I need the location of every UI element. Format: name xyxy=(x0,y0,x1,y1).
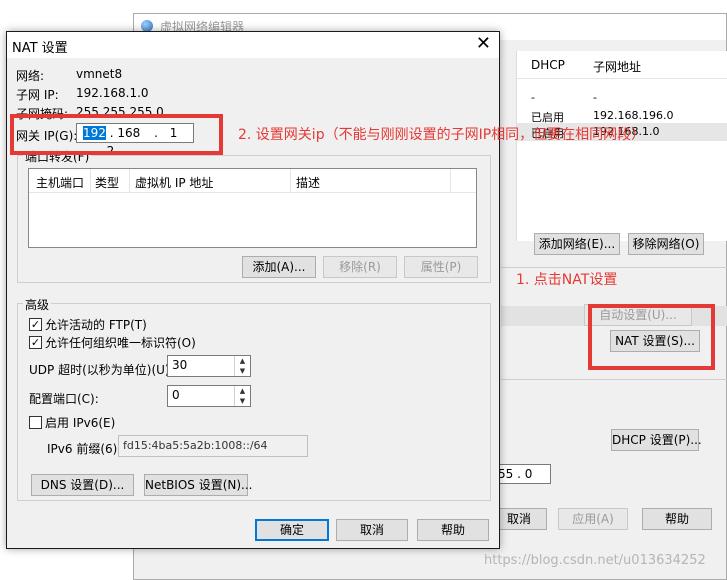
column-separator xyxy=(129,169,130,193)
advanced-label: 高级 xyxy=(23,296,52,313)
gateway-highlight-box xyxy=(10,114,223,155)
ok-button[interactable]: 确定 xyxy=(255,519,329,541)
subnet-ip-label: 子网 IP: xyxy=(16,88,59,102)
column-subnet[interactable]: 子网地址 xyxy=(593,58,641,75)
enable-ipv6-checkbox[interactable] xyxy=(29,416,42,429)
spin-down-icon[interactable]: ▼ xyxy=(235,396,250,406)
column-type[interactable]: 类型 xyxy=(95,174,119,191)
enable-ipv6-label: 启用 IPv6(E) xyxy=(45,416,116,430)
watermark: https://blog.csdn.net/u013634252 xyxy=(484,553,706,568)
column-description[interactable]: 描述 xyxy=(296,174,320,191)
udp-timeout-spinbox[interactable]: 30 ▲ ▼ xyxy=(167,355,251,377)
config-port-label: 配置端口(C): xyxy=(29,392,99,406)
table-cell: - xyxy=(531,91,535,104)
editor-apply-button[interactable]: 应用(A) xyxy=(558,508,628,530)
add-port-button[interactable]: 添加(A)... xyxy=(242,256,316,278)
table-cell: - xyxy=(593,91,597,104)
divider xyxy=(501,267,727,268)
spin-arrows: ▲ ▼ xyxy=(234,356,250,376)
nat-title: NAT 设置 xyxy=(12,41,68,56)
help-button[interactable]: 帮助 xyxy=(417,519,489,541)
network-value: vmnet8 xyxy=(76,67,123,81)
subnet-ip-value: 192.168.1.0 xyxy=(76,86,149,100)
step-1-annotation: 1. 点击NAT设置 xyxy=(516,272,618,288)
cancel-button[interactable]: 取消 xyxy=(336,519,408,541)
editor-help-button[interactable]: 帮助 xyxy=(642,508,712,530)
nat-titlebar: NAT 设置 ✕ xyxy=(7,32,499,58)
spin-up-icon[interactable]: ▲ xyxy=(235,356,250,366)
config-port-value[interactable]: 0 xyxy=(172,388,180,402)
spin-down-icon[interactable]: ▼ xyxy=(235,366,250,376)
allow-ouid-checkbox[interactable]: ✓ xyxy=(29,336,42,349)
udp-timeout-label: UDP 超时(以秒为单位)(U): xyxy=(29,363,174,377)
network-table[interactable]: DHCP 子网地址 - - 已启用 192.168.196.0 已启用 192.… xyxy=(516,51,727,241)
allow-ftp-checkbox[interactable]: ✓ xyxy=(29,318,42,331)
add-network-button[interactable]: 添加网络(E)... xyxy=(534,233,620,255)
table-cell: 192.168.196.0 xyxy=(593,109,674,122)
close-icon[interactable]: ✕ xyxy=(476,34,491,54)
allow-ftp-label: 允许活动的 FTP(T) xyxy=(45,318,147,332)
netbios-settings-button[interactable]: NetBIOS 设置(N)... xyxy=(144,474,253,496)
column-vm-ip[interactable]: 虚拟机 IP 地址 xyxy=(135,174,213,191)
header-divider xyxy=(517,78,727,79)
remove-network-button[interactable]: 移除网络(O) xyxy=(628,233,704,255)
subnet-mask-field[interactable]: 55 . 0 xyxy=(491,464,551,484)
port-forward-list[interactable]: 主机端口 类型 虚拟机 IP 地址 描述 xyxy=(28,168,477,248)
udp-timeout-value[interactable]: 30 xyxy=(172,358,187,372)
nat-settings-dialog: NAT 设置 ✕ 网络: vmnet8 子网 IP: 192.168.1.0 子… xyxy=(6,31,500,549)
remove-port-button[interactable]: 移除(R) xyxy=(323,256,397,278)
divider xyxy=(501,379,727,380)
column-separator xyxy=(90,169,91,193)
ipv6-prefix-label: IPv6 前缀(6): xyxy=(47,442,122,456)
column-dhcp[interactable]: DHCP xyxy=(531,58,565,72)
column-host-port[interactable]: 主机端口 xyxy=(36,174,84,191)
port-properties-button[interactable]: 属性(P) xyxy=(404,256,478,278)
column-separator xyxy=(290,169,291,193)
ipv6-prefix-field[interactable]: fd15:4ba5:5a2b:1008::/64 xyxy=(118,435,308,457)
spin-up-icon[interactable]: ▲ xyxy=(235,386,250,396)
spin-arrows: ▲ ▼ xyxy=(234,386,250,406)
nat-button-highlight-box xyxy=(588,304,715,370)
dns-settings-button[interactable]: DNS 设置(D)... xyxy=(31,474,134,496)
config-port-spinbox[interactable]: 0 ▲ ▼ xyxy=(167,385,251,407)
dhcp-settings-button[interactable]: DHCP 设置(P)... xyxy=(611,429,702,451)
column-separator xyxy=(450,169,451,193)
allow-ouid-label: 允许任何组织唯一标识符(O) xyxy=(45,336,196,350)
network-label: 网络: xyxy=(16,69,45,83)
step-2-annotation: 2. 设置网关ip（不能与刚刚设置的子网IP相同，但要在相同网段） xyxy=(238,127,646,143)
